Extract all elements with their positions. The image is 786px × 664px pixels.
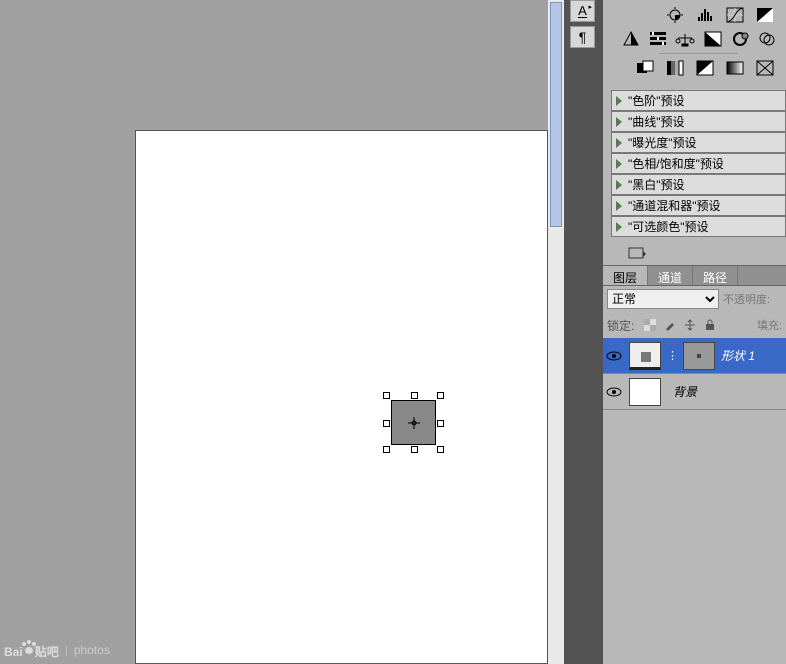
vector-mask-thumbnail[interactable] xyxy=(683,342,715,370)
layers-list: ⋮ 形状 1 背景 xyxy=(603,338,786,410)
handle-top-right[interactable] xyxy=(437,392,444,399)
channel-mixer-icon[interactable] xyxy=(757,30,776,48)
link-mask-icon[interactable]: ⋮ xyxy=(667,349,677,362)
panel-footer-icons xyxy=(603,243,786,265)
curves-icon[interactable] xyxy=(724,6,746,24)
hue-saturation-icon[interactable] xyxy=(648,30,667,48)
adjustment-presets-list: "色阶"预设 "曲线"预设 "曝光度"预设 "色相/饱和度"预设 "黑白"预设 … xyxy=(603,86,786,243)
layer-thumbnail[interactable] xyxy=(629,342,661,370)
paw-icon xyxy=(21,640,37,656)
preset-exposure[interactable]: "曝光度"预设 xyxy=(611,132,786,153)
layer-name-label[interactable]: 背景 xyxy=(673,383,697,400)
vertical-type-tool-button[interactable]: A ▸ xyxy=(570,0,595,22)
watermark-context: photos xyxy=(74,643,110,657)
handle-bottom-middle[interactable] xyxy=(411,446,418,453)
exposure-icon[interactable] xyxy=(754,6,776,24)
panels-column: "色阶"预设 "曲线"预设 "曝光度"预设 "色相/饱和度"预设 "黑白"预设 … xyxy=(603,0,786,664)
expand-triangle-icon xyxy=(616,159,622,169)
preset-black-white[interactable]: "黑白"预设 xyxy=(611,174,786,195)
preset-hue-saturation[interactable]: "色相/饱和度"预设 xyxy=(611,153,786,174)
paragraph-panel-button[interactable]: ¶ xyxy=(570,26,595,48)
transform-center-icon xyxy=(408,417,420,429)
handle-top-left[interactable] xyxy=(383,392,390,399)
lock-transparency-icon[interactable] xyxy=(642,317,658,333)
handle-middle-right[interactable] xyxy=(437,420,444,427)
expand-triangle-icon xyxy=(616,180,622,190)
handle-bottom-left[interactable] xyxy=(383,446,390,453)
preset-label: "曲线"预设 xyxy=(628,113,685,130)
preset-selective-color[interactable]: "可选颜色"预设 xyxy=(611,216,786,237)
expand-triangle-icon xyxy=(616,138,622,148)
blend-mode-row: 正常 不透明度: xyxy=(603,286,786,312)
canvas-scrollbar-vertical[interactable] xyxy=(548,0,564,664)
tab-channels[interactable]: 通道 xyxy=(648,266,693,285)
visibility-toggle-icon[interactable] xyxy=(605,383,623,401)
lock-pixels-icon[interactable] xyxy=(662,317,678,333)
preset-label: "可选颜色"预设 xyxy=(628,218,709,235)
black-white-icon[interactable] xyxy=(703,30,722,48)
fill-label: 填充: xyxy=(757,317,782,333)
tab-paths[interactable]: 路径 xyxy=(693,266,738,285)
levels-icon[interactable] xyxy=(694,6,716,24)
vibrance-icon[interactable] xyxy=(621,30,640,48)
handle-top-middle[interactable] xyxy=(411,392,418,399)
canvas-viewport xyxy=(0,0,560,664)
posterize-icon[interactable] xyxy=(664,59,686,77)
scrollbar-thumb[interactable] xyxy=(550,2,562,227)
expand-triangle-icon xyxy=(616,222,622,232)
color-balance-icon[interactable] xyxy=(675,30,695,48)
layer-shape-1[interactable]: ⋮ 形状 1 xyxy=(603,338,786,374)
preset-label: "色相/饱和度"预设 xyxy=(628,155,724,172)
watermark-brand-right: 贴吧 xyxy=(35,643,59,660)
preset-channel-mixer[interactable]: "通道混和器"预设 xyxy=(611,195,786,216)
blend-mode-select[interactable]: 正常 xyxy=(607,289,719,309)
tab-layers[interactable]: 图层 xyxy=(603,266,648,285)
pilcrow-icon: ¶ xyxy=(579,29,587,45)
layer-background[interactable]: 背景 xyxy=(603,374,786,410)
lock-row: 锁定: 填充: xyxy=(603,312,786,338)
preset-label: "曝光度"预设 xyxy=(628,134,697,151)
preset-levels[interactable]: "色阶"预设 xyxy=(611,90,786,111)
document-canvas[interactable] xyxy=(135,130,548,664)
shape-selection[interactable] xyxy=(386,395,441,450)
preset-label: "黑白"预设 xyxy=(628,176,685,193)
expand-panel-icon[interactable] xyxy=(628,247,646,261)
panel-gutter xyxy=(564,0,603,664)
dropdown-marker-icon: ▸ xyxy=(588,3,592,11)
type-icon: A xyxy=(578,5,587,18)
baidu-tieba-logo: Bai 贴吧 xyxy=(4,640,59,660)
expand-triangle-icon xyxy=(616,201,622,211)
lock-all-icon[interactable] xyxy=(702,317,718,333)
layer-thumbnail[interactable] xyxy=(629,378,661,406)
watermark: Bai 贴吧 | photos xyxy=(4,640,110,660)
preset-label: "色阶"预设 xyxy=(628,92,685,109)
visibility-toggle-icon[interactable] xyxy=(605,347,623,365)
lock-position-icon[interactable] xyxy=(682,317,698,333)
divider xyxy=(659,53,738,54)
preset-curves[interactable]: "曲线"预设 xyxy=(611,111,786,132)
expand-triangle-icon xyxy=(616,117,622,127)
invert-icon[interactable] xyxy=(634,59,656,77)
handle-middle-left[interactable] xyxy=(383,420,390,427)
handle-bottom-right[interactable] xyxy=(437,446,444,453)
photo-filter-icon[interactable] xyxy=(730,30,749,48)
watermark-sep: | xyxy=(65,643,68,657)
layer-panel-tabs: 图层 通道 路径 xyxy=(603,265,786,286)
threshold-icon[interactable] xyxy=(694,59,716,77)
adjustments-icon-grid xyxy=(603,0,786,86)
expand-triangle-icon xyxy=(616,96,622,106)
opacity-label: 不透明度: xyxy=(723,291,770,307)
selective-color-icon[interactable] xyxy=(754,59,776,77)
gradient-map-icon[interactable] xyxy=(724,59,746,77)
layer-name-label[interactable]: 形状 1 xyxy=(721,347,755,364)
preset-label: "通道混和器"预设 xyxy=(628,197,721,214)
lock-label: 锁定: xyxy=(607,317,634,334)
brightness-contrast-icon[interactable] xyxy=(664,6,686,24)
